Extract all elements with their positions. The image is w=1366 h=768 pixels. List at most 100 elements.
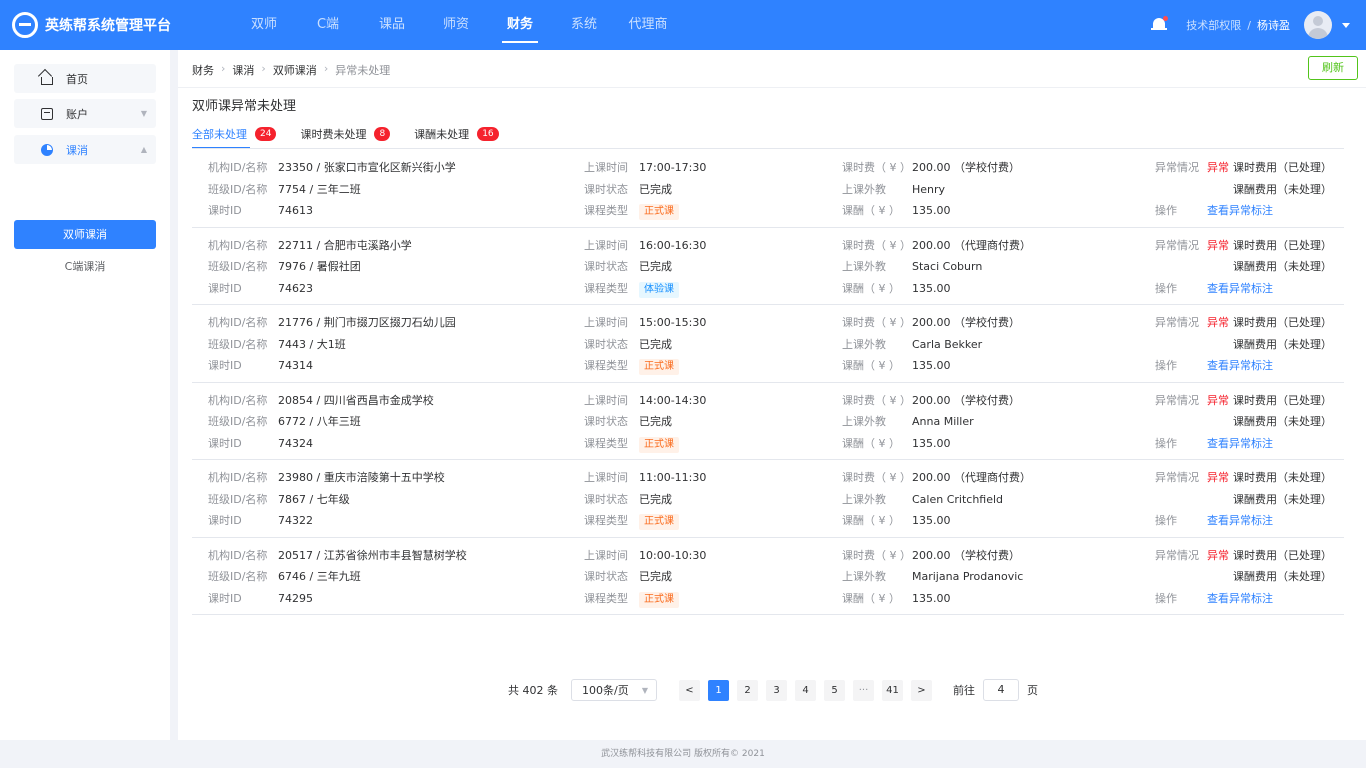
- prev-page-button[interactable]: <: [679, 679, 700, 701]
- field-label: 异常情况: [1155, 393, 1199, 407]
- page-button[interactable]: 1: [708, 679, 729, 701]
- abnormal-flag: 异常: [1207, 161, 1229, 174]
- field-label: 课时ID: [208, 436, 242, 450]
- field-label: 班级ID/名称: [208, 415, 268, 428]
- sidebar-subitem-c-side[interactable]: C端课消: [14, 252, 156, 281]
- field-label: 上课外教: [842, 337, 886, 351]
- field-label: 上课时间: [584, 548, 628, 562]
- total-count: 共 402 条: [508, 684, 558, 697]
- course-type-tag: 正式课: [639, 591, 679, 608]
- pay-value: 135.00: [912, 281, 951, 295]
- page-button[interactable]: 4: [795, 679, 816, 701]
- field-label: 机构ID/名称: [208, 238, 268, 252]
- org-value: 23350 / 张家口市宣化区新兴街小学: [278, 161, 456, 174]
- field-label: 课时ID: [208, 359, 242, 372]
- avatar[interactable]: [1304, 11, 1332, 39]
- main-nav: 双师 C端 课品 师资 财务 系统 代理商: [232, 0, 680, 50]
- main-panel: 财务 › 课消 › 双师课消 › 异常未处理 刷新 双师课异常未处理 全部未处理…: [178, 50, 1366, 740]
- fee-value: 200.00 （学校付费）: [912, 161, 1020, 174]
- caret-down-icon[interactable]: [1342, 22, 1350, 28]
- nav-item-shuangshi[interactable]: 双师: [232, 0, 296, 50]
- refresh-button[interactable]: 刷新: [1308, 56, 1358, 80]
- brand-logo[interactable]: 英练帮系统管理平台: [12, 12, 202, 38]
- pay-value: 135.00: [912, 204, 951, 217]
- field-label: 课时状态: [584, 337, 628, 351]
- page-button[interactable]: 2: [737, 679, 758, 701]
- field-label: 上课时间: [584, 316, 628, 329]
- sidebar-item-label: 账户: [66, 107, 88, 121]
- field-label: 课时费（ ¥ ）: [842, 316, 911, 329]
- nav-item-c-side[interactable]: C端: [296, 0, 360, 50]
- record-row: 机构ID/名称 23350 / 张家口市宣化区新兴街小学 班级ID/名称 7754 /…: [192, 150, 1344, 228]
- page-list: 1 2 3 4 5 ··· 41: [708, 679, 911, 701]
- time-value: 17:00-17:30: [639, 161, 707, 174]
- bell-icon[interactable]: [1150, 16, 1169, 34]
- sidebar-item-home[interactable]: 首页: [14, 64, 156, 93]
- page-size-select[interactable]: 100条/页 ▼: [571, 679, 657, 701]
- field-label: 上课外教: [842, 260, 886, 273]
- record-row: 机构ID/名称 23980 / 重庆市涪陵第十五中学校 班级ID/名称 7867 / …: [192, 460, 1344, 538]
- field-label: 上课外教: [842, 182, 886, 196]
- fee-value: 200.00 （代理商付费）: [912, 471, 1031, 484]
- field-label: 机构ID/名称: [208, 316, 268, 329]
- field-label: 机构ID/名称: [208, 161, 268, 174]
- field-label: 课时ID: [208, 204, 242, 217]
- next-page-button[interactable]: >: [911, 679, 932, 701]
- view-abnormal-link[interactable]: 查看异常标注: [1207, 592, 1273, 606]
- field-label: 机构ID/名称: [208, 471, 268, 484]
- field-label: 操作: [1155, 204, 1177, 217]
- status-value: 已完成: [639, 182, 672, 196]
- status-value: 已完成: [639, 337, 672, 351]
- sidebar-item-account[interactable]: 账户 ▼: [14, 99, 156, 128]
- field-label: 课程类型: [584, 281, 628, 295]
- field-label: 课时ID: [208, 514, 242, 527]
- breadcrumb-item[interactable]: 课消: [232, 62, 254, 78]
- nav-item-teachers[interactable]: 师资: [424, 0, 488, 50]
- more-pages-button[interactable]: ···: [853, 679, 874, 701]
- page-button[interactable]: 41: [882, 679, 903, 701]
- field-label: 课时费（ ¥ ）: [842, 238, 911, 252]
- view-abnormal-link[interactable]: 查看异常标注: [1207, 514, 1273, 528]
- breadcrumb-item[interactable]: 财务: [192, 62, 214, 78]
- sidebar-item-consumption[interactable]: 课消 ▲: [14, 135, 156, 164]
- nav-item-system[interactable]: 系统: [552, 0, 616, 50]
- fee-state: 课时费用（已处理）: [1233, 316, 1332, 329]
- lesson-id-value: 74322: [278, 514, 313, 527]
- fee-state: 课时费用（未处理）: [1233, 471, 1332, 484]
- view-abnormal-link[interactable]: 查看异常标注: [1207, 204, 1273, 218]
- field-label: 操作: [1155, 359, 1177, 372]
- class-value: 7443 / 大1班: [278, 337, 346, 351]
- view-abnormal-link[interactable]: 查看异常标注: [1207, 437, 1273, 451]
- field-label: 上课时间: [584, 393, 628, 407]
- view-abnormal-link[interactable]: 查看异常标注: [1207, 359, 1273, 373]
- tab-all-unhandled[interactable]: 全部未处理 24: [192, 123, 277, 149]
- tab-bar: 全部未处理 24 课时费未处理 8 课酬未处理 16: [192, 123, 523, 149]
- abnormal-flag: 异常: [1207, 471, 1229, 484]
- chevron-down-icon: ▼: [140, 109, 147, 118]
- breadcrumb-separator-icon: ›: [323, 62, 329, 75]
- fee-state: 课时费用（已处理）: [1233, 393, 1332, 407]
- view-abnormal-link[interactable]: 查看异常标注: [1207, 282, 1273, 296]
- course-type-cell: 正式课: [639, 436, 679, 453]
- nav-item-finance[interactable]: 财务: [488, 0, 552, 50]
- field-label: 课时费（ ¥ ）: [842, 161, 911, 174]
- tab-label: 课酬未处理: [414, 128, 470, 141]
- field-label: 异常情况: [1155, 161, 1199, 174]
- record-row: 机构ID/名称 22711 / 合肥市屯溪路小学 班级ID/名称 7976 / 暑假社…: [192, 228, 1344, 305]
- course-type-cell: 正式课: [639, 359, 679, 375]
- pay-value: 135.00: [912, 359, 951, 372]
- pay-state: 课酬费用（未处理）: [1233, 492, 1332, 506]
- goto-page-input[interactable]: 4: [983, 679, 1019, 701]
- notification-dot: [1163, 16, 1169, 21]
- page-button[interactable]: 5: [824, 679, 845, 701]
- breadcrumb-item[interactable]: 双师课消: [273, 62, 317, 78]
- sidebar-subitem-dual-teacher[interactable]: 双师课消: [14, 220, 156, 249]
- nav-item-agents[interactable]: 代理商: [616, 0, 680, 50]
- page-button[interactable]: 3: [766, 679, 787, 701]
- tab-pay-unhandled[interactable]: 课酬未处理 16: [414, 123, 499, 145]
- tab-fee-unhandled[interactable]: 课时费未处理 8: [300, 123, 391, 145]
- nav-item-products[interactable]: 课品: [360, 0, 424, 50]
- org-value: 20854 / 四川省西昌市金成学校: [278, 393, 434, 407]
- field-label: 异常情况: [1155, 316, 1199, 329]
- chevron-down-icon: ▼: [641, 685, 648, 695]
